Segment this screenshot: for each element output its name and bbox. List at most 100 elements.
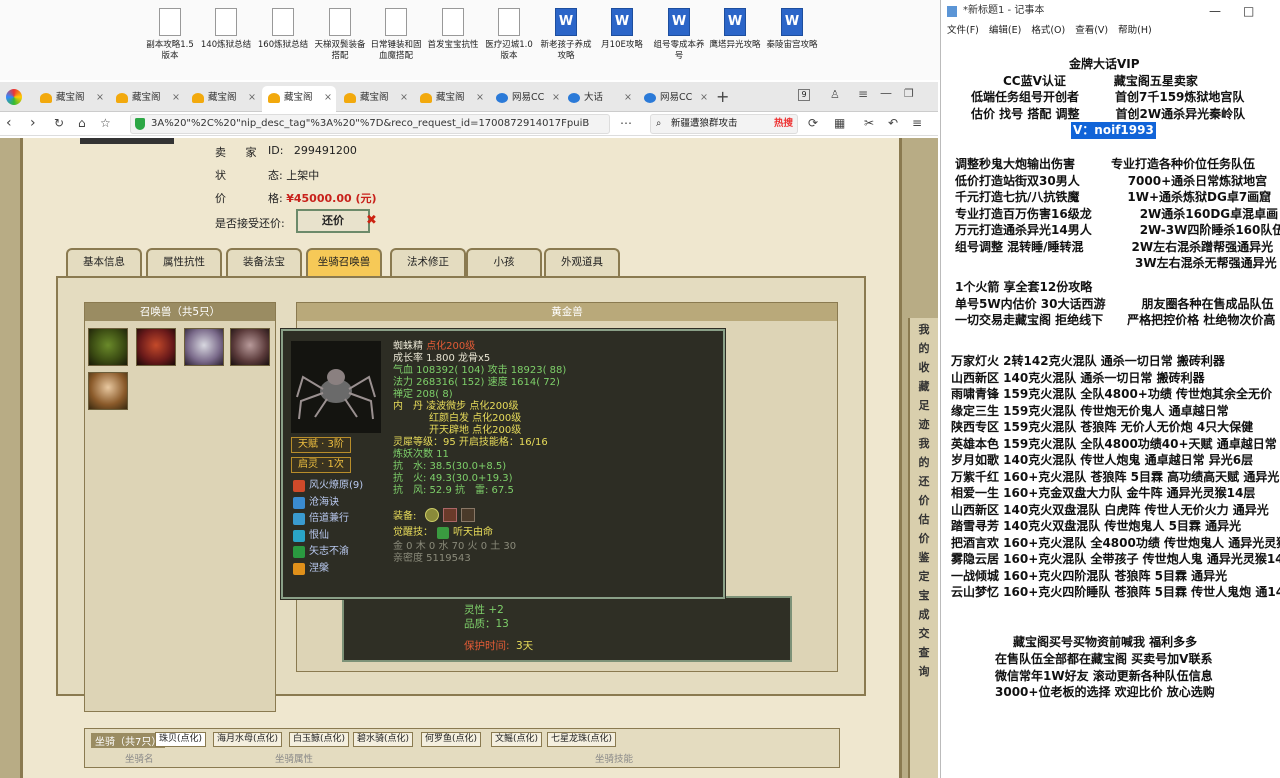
summon-thumb-ogre[interactable] <box>88 328 128 366</box>
desktop-icon[interactable]: 天梯双鬓装备搭配 <box>312 8 368 62</box>
scissors-icon[interactable]: ✂ <box>864 115 874 131</box>
notepad-menu-item[interactable]: 编辑(E) <box>989 25 1021 36</box>
browser-tab[interactable]: 大话 × <box>562 86 636 112</box>
close-icon[interactable]: × <box>476 86 484 110</box>
close-icon[interactable]: × <box>248 86 256 110</box>
close-icon[interactable]: × <box>552 86 560 110</box>
undo-icon[interactable]: ↶ <box>888 115 898 131</box>
notepad-text-area[interactable]: 金牌大话VIP CC蓝V认证 藏宝阁五星卖家 低端任务组号开创者 首创7千159炼狱… <box>941 42 1280 778</box>
notepad-menu-item[interactable]: 格式(O) <box>1031 25 1065 36</box>
document-icon <box>498 8 520 36</box>
new-tab-button[interactable]: + <box>716 87 729 106</box>
summon-thumb-spider-selected[interactable] <box>230 328 270 366</box>
desktop-icon[interactable]: W 组号零成本养号 <box>651 8 707 62</box>
url-input[interactable]: 3A%20"%2C%20"nip_desc_tag"%3A%20"%7D&rec… <box>130 114 610 134</box>
close-icon[interactable]: × <box>324 86 332 110</box>
menu-icon[interactable]: ≡ <box>912 115 922 131</box>
hp-line: 气血 108392( 104) 攻击 18923( 88) <box>393 365 567 376</box>
mount-tab[interactable]: 何罗鱼(点化) <box>421 732 482 747</box>
game-tab[interactable]: 小孩 <box>466 248 542 276</box>
desktop-icon[interactable]: W 鹰塔异光攻略 <box>707 8 763 51</box>
browser-tab[interactable]: 藏宝阁 × <box>338 86 412 112</box>
word-icon: W <box>781 8 803 36</box>
desktop-icon[interactable]: 日常锤装和固血魔搭配 <box>368 8 424 62</box>
summon-thumb-demon[interactable] <box>136 328 176 366</box>
game-tab[interactable]: 基本信息 <box>66 248 142 276</box>
maximize-icon[interactable]: □ <box>1243 0 1254 22</box>
summon-thumb-girl[interactable] <box>88 372 128 410</box>
desktop-icon[interactable]: W 秦陵宙宫攻略 <box>764 8 820 51</box>
browser-tab[interactable]: 藏宝阁 × <box>414 86 488 112</box>
mount-tab[interactable]: 海月水母(点化) <box>213 732 283 747</box>
close-icon[interactable]: × <box>172 86 180 110</box>
skill-icon <box>293 562 305 575</box>
browser-tab-active[interactable]: 藏宝阁 × <box>262 86 336 112</box>
desktop-icon[interactable]: 首发宝宝抗性 <box>425 8 481 51</box>
browser-tab[interactable]: 藏宝阁 × <box>34 86 108 112</box>
cancel-icon[interactable]: ✖ <box>366 213 377 228</box>
equip-slot-3[interactable] <box>461 508 475 522</box>
browser-tab[interactable]: 网易CC × <box>490 86 564 112</box>
mount-tab[interactable]: 文鳐(点化) <box>491 732 543 747</box>
bargain-button[interactable]: 还价 <box>296 209 370 233</box>
game-tab[interactable]: 坐骑召唤兽 <box>306 248 382 276</box>
forward-icon[interactable]: › <box>30 115 36 131</box>
qiling-badge: 启灵 · 1次 <box>291 457 351 473</box>
game-tab[interactable]: 外观道具 <box>544 248 620 276</box>
notepad-menu-item[interactable]: 文件(F) <box>947 25 979 36</box>
notepad-menu-item[interactable]: 帮助(H) <box>1118 25 1152 36</box>
back-icon[interactable]: ‹ <box>6 115 12 131</box>
game-tab[interactable]: 属性抗性 <box>146 248 222 276</box>
bookmark-icon[interactable]: ☆ <box>100 115 111 131</box>
game-tab[interactable]: 装备法宝 <box>226 248 302 276</box>
skill-item[interactable]: 矢志不渝 <box>293 545 349 559</box>
skill-item[interactable]: 风火燎原(9) <box>293 479 363 493</box>
reload-icon[interactable]: ↻ <box>54 115 64 131</box>
mount-panel: 坐骑（共7只） 珠贝(点化) 海月水母(点化) 白玉鲸(点化) 碧水骑(点化) 何罗鱼(… <box>84 728 840 768</box>
summon-thumb-fairy[interactable] <box>184 328 224 366</box>
desktop-icon[interactable]: W 月10E攻略 <box>594 8 650 51</box>
equip-slot-2[interactable] <box>443 508 457 522</box>
desktop-icon[interactable]: 医疗辺城1.0版本 <box>481 8 537 62</box>
desktop-icon[interactable]: 副本攻略1.5版本 <box>142 8 198 62</box>
tab-count-badge[interactable]: 9 <box>798 89 810 101</box>
browser-logo-icon[interactable] <box>6 89 22 105</box>
mount-tab[interactable]: 七星龙珠(点化) <box>547 732 617 747</box>
home-icon[interactable]: ⌂ <box>78 115 86 131</box>
menu-icon[interactable]: ≡ <box>858 87 868 101</box>
minimize-icon[interactable]: — <box>880 86 892 100</box>
mount-tab[interactable]: 珠贝(点化) <box>155 732 207 747</box>
skill-item[interactable]: 恨仙 <box>293 529 329 543</box>
skill-item[interactable]: 沧海诀 <box>293 496 339 510</box>
close-icon[interactable]: × <box>624 86 632 110</box>
mount-tab[interactable]: 碧水骑(点化) <box>353 732 414 747</box>
cbg-icon <box>40 93 52 103</box>
notepad-menu-item[interactable]: 查看(V) <box>1075 25 1108 36</box>
sidebar-char: 收 <box>918 361 930 374</box>
close-icon[interactable]: × <box>96 86 104 110</box>
grid-icon[interactable]: ▦ <box>834 115 845 131</box>
close-icon[interactable]: × <box>400 86 408 110</box>
contact-line-selected: V：noif1993 <box>1071 122 1156 139</box>
search-input[interactable]: ⌕ 新疆遭狼群攻击 热搜 <box>650 114 798 134</box>
shirt-icon[interactable]: ♙ <box>830 88 840 101</box>
minimize-icon[interactable]: — <box>1209 0 1221 22</box>
desktop-icon[interactable]: 140炼狱总结 <box>198 8 254 51</box>
skill-item[interactable]: 倍道兼行 <box>293 512 349 526</box>
mount-tab[interactable]: 白玉鲸(点化) <box>289 732 350 747</box>
browser-tab[interactable]: 藏宝阁 × <box>110 86 184 112</box>
game-tab[interactable]: 法术修正 <box>390 248 466 276</box>
more-icon[interactable]: ⋯ <box>620 115 632 131</box>
browser-tab[interactable]: 藏宝阁 × <box>186 86 260 112</box>
desktop-icon[interactable]: W 新老孩子养成攻略 <box>538 8 594 62</box>
skill-item[interactable]: 涅槃 <box>293 562 329 576</box>
refresh-icon[interactable]: ⟳ <box>808 115 818 131</box>
document-icon <box>215 8 237 36</box>
wuxing-line: 金 0 木 0 水 70 火 0 土 30 <box>393 541 517 552</box>
right-sidebar[interactable]: 我的收藏足迹我的还价估价鉴定宝成交查询 <box>908 318 938 778</box>
restore-icon[interactable]: ❐ <box>904 87 914 100</box>
close-icon[interactable]: × <box>700 86 708 110</box>
browser-tab[interactable]: 网易CC × <box>638 86 712 112</box>
desktop-icon[interactable]: 160炼狱总结 <box>255 8 311 51</box>
equip-slot-1[interactable] <box>425 508 439 522</box>
